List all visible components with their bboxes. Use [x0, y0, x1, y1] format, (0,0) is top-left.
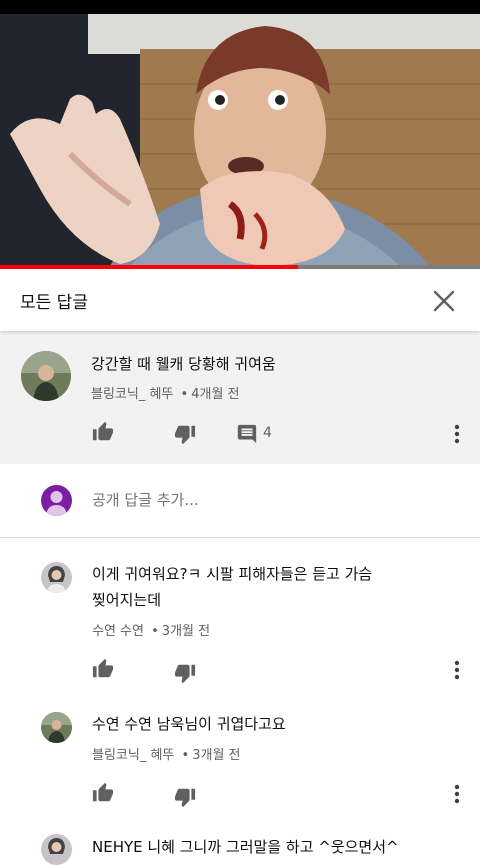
avatar: [41, 485, 72, 516]
close-button[interactable]: [426, 283, 462, 319]
avatar[interactable]: [41, 562, 72, 593]
replies-header: 모든 답글: [0, 269, 480, 331]
meta-separator: •: [181, 748, 190, 763]
reply-count: 4: [263, 425, 272, 441]
thumbs-down-icon: [174, 425, 196, 445]
comment-text: NEHYE 니혜 그니까 그러말을 하고 ^웃으면서^: [92, 838, 399, 856]
close-icon: [433, 290, 455, 312]
comment-meta: 블링코닉_ 혜뚜 • 4개월 전: [91, 383, 240, 402]
meta-separator: •: [180, 387, 189, 402]
comment-text: 수연 수연 남욱님이 귀엽다고요: [92, 715, 286, 733]
comment-meta: 블링코닉_ 혜뚜 • 3개월 전: [92, 744, 241, 763]
more-options-button[interactable]: [444, 655, 470, 685]
video-frame: [0, 14, 480, 266]
status-bar: [0, 0, 480, 14]
comment-author[interactable]: 블링코닉_ 혜뚜: [92, 748, 174, 763]
comment-time: 3개월 전: [161, 624, 211, 639]
meta-separator: •: [151, 624, 159, 639]
comment-text: 강간할 때 웰캐 당황해 귀여움: [91, 355, 276, 373]
more-options-button[interactable]: [444, 419, 470, 449]
comment-author[interactable]: 수연 수연: [92, 624, 144, 639]
comment-text-line: 찢어지는데: [92, 591, 162, 609]
thumbs-down-icon: [174, 788, 196, 808]
comment-time: 3개월 전: [192, 748, 241, 763]
parent-comment: 강간할 때 웰캐 당황해 귀여움 블링코닉_ 혜뚜 • 4개월 전 4: [0, 331, 480, 464]
thumbs-up-icon: [92, 421, 114, 441]
comment-icon: [237, 424, 257, 444]
like-button[interactable]: [90, 656, 116, 682]
comment-meta: 수연 수연 • 3개월 전: [92, 620, 210, 639]
page-title: 모든 답글: [20, 293, 88, 313]
avatar[interactable]: [41, 712, 72, 743]
dislike-button[interactable]: [172, 660, 198, 686]
thumbs-up-icon: [92, 658, 114, 678]
dislike-button[interactable]: [172, 784, 198, 810]
comment-text-line: 이게 귀여워요?ㅋ 시팔 피해자들은 듣고 가슴: [92, 565, 373, 583]
add-reply-row: [0, 464, 480, 538]
avatar[interactable]: [21, 351, 71, 401]
reply-button[interactable]: [234, 421, 260, 447]
more-vert-icon: [454, 424, 460, 444]
avatar[interactable]: [41, 834, 72, 865]
add-reply-input[interactable]: [92, 491, 432, 509]
more-vert-icon: [454, 784, 460, 804]
like-button[interactable]: [90, 419, 116, 445]
more-options-button[interactable]: [444, 779, 470, 809]
comment-author[interactable]: 블링코닉_ 혜뚜: [91, 387, 173, 402]
dislike-button[interactable]: [172, 421, 198, 447]
thumbs-down-icon: [174, 664, 196, 684]
comment-time: 4개월 전: [191, 387, 240, 402]
thumbs-up-icon: [92, 782, 114, 802]
more-vert-icon: [454, 660, 460, 680]
comment-text: 이게 귀여워요?ㅋ 시팔 피해자들은 듣고 가슴 찢어지는데: [92, 561, 372, 613]
video-player[interactable]: [0, 14, 480, 266]
like-button[interactable]: [90, 780, 116, 806]
